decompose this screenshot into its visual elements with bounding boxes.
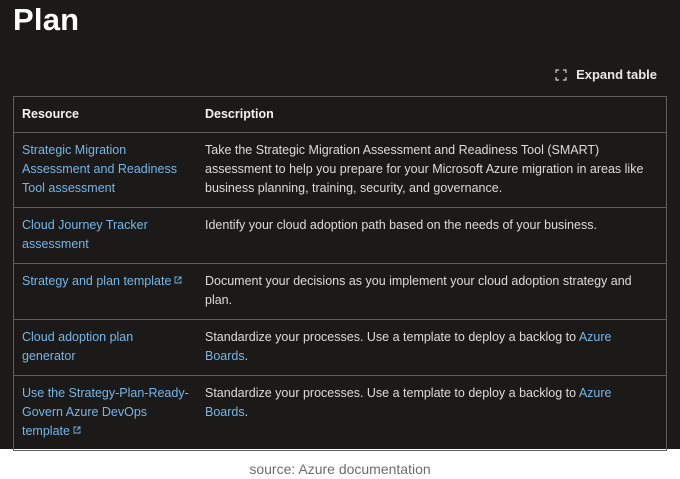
resource-link[interactable]: Cloud Journey Tracker assessment xyxy=(22,218,148,251)
description-suffix: . xyxy=(244,405,249,419)
description-cell: Take the Strategic Migration Assessment … xyxy=(197,132,667,208)
description-text: Standardize your processes. Use a templa… xyxy=(205,330,579,344)
resource-link[interactable]: Use the Strategy-Plan-Ready-Govern Azure… xyxy=(22,386,189,438)
resource-link[interactable]: Strategic Migration Assessment and Readi… xyxy=(22,143,177,195)
external-link-icon xyxy=(73,426,81,434)
description-text: Document your decisions as you implement… xyxy=(205,274,632,307)
resource-cell: Cloud adoption plan generator xyxy=(13,319,197,376)
external-link-icon xyxy=(174,276,182,284)
table-row: Use the Strategy-Plan-Ready-Govern Azure… xyxy=(13,375,667,451)
description-text: Standardize your processes. Use a templa… xyxy=(205,386,579,400)
resource-cell: Cloud Journey Tracker assessment xyxy=(13,207,197,264)
description-text: Identify your cloud adoption path based … xyxy=(205,218,597,232)
description-cell: Standardize your processes. Use a templa… xyxy=(197,375,667,451)
page-title: Plan xyxy=(13,2,80,37)
description-cell: Document your decisions as you implement… xyxy=(197,263,667,320)
expand-table-button[interactable]: Expand table xyxy=(555,67,657,82)
resource-link[interactable]: Strategy and plan template xyxy=(22,274,171,288)
description-text: Take the Strategic Migration Assessment … xyxy=(205,143,644,195)
source-caption: source: Azure documentation xyxy=(249,461,431,477)
table-row: Cloud adoption plan generator Standardize… xyxy=(13,319,667,376)
resource-link[interactable]: Cloud adoption plan generator xyxy=(22,330,133,363)
expand-icon xyxy=(555,68,567,81)
table-row: Strategic Migration Assessment and Readi… xyxy=(13,132,667,208)
resource-cell: Strategic Migration Assessment and Readi… xyxy=(13,132,197,208)
expand-table-label: Expand table xyxy=(576,67,657,82)
description-cell: Standardize your processes. Use a templa… xyxy=(197,319,667,376)
description-cell: Identify your cloud adoption path based … xyxy=(197,207,667,264)
description-suffix: . xyxy=(244,349,249,363)
resource-cell: Strategy and plan template xyxy=(13,263,197,320)
table-header-row: Resource Description xyxy=(13,96,667,133)
column-header-description: Description xyxy=(197,96,667,133)
resources-table: Resource Description Strategic Migration… xyxy=(13,96,667,451)
resource-cell: Use the Strategy-Plan-Ready-Govern Azure… xyxy=(13,375,197,451)
table-row: Cloud Journey Tracker assessment Identify… xyxy=(13,207,667,264)
column-header-resource: Resource xyxy=(13,96,197,133)
table-row: Strategy and plan template Document your … xyxy=(13,263,667,320)
documentation-panel: Plan Expand table Resource Description S… xyxy=(0,0,680,451)
